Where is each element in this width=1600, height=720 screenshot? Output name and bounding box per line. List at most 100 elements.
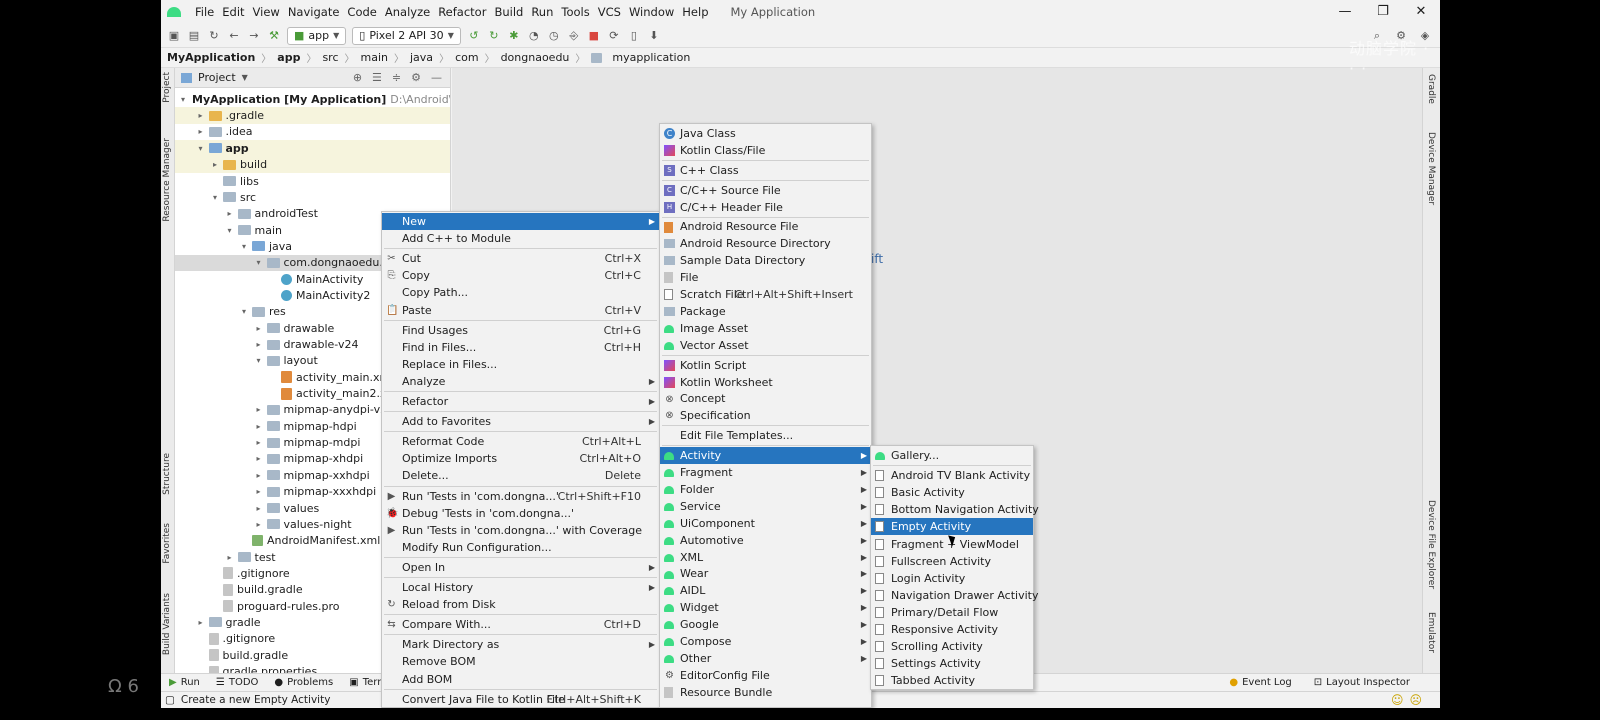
tree-item[interactable]: ▸ build xyxy=(175,156,450,173)
menu-item-scratch-file[interactable]: Scratch File Ctrl+Alt+Shift+Insert xyxy=(660,286,871,303)
menu-item-find-in-files[interactable]: Find in Files... Ctrl+H xyxy=(382,339,659,356)
menu-item-scrolling-activity[interactable]: Scrolling Activity xyxy=(871,638,1033,655)
tree-item[interactable]: ▸ .gradle xyxy=(175,107,450,124)
menu-item-remove-bom[interactable]: Remove BOM xyxy=(382,653,659,670)
collapsed-arrow-icon[interactable]: ▸ xyxy=(254,454,264,463)
menu-item-gallery[interactable]: Gallery... xyxy=(871,447,1033,464)
status-toggle-icon[interactable]: ▢ xyxy=(165,694,175,706)
collapsed-arrow-icon[interactable]: ▸ xyxy=(225,553,235,562)
menu-item-specification[interactable]: ⊗ Specification xyxy=(660,407,871,424)
tree-item[interactable]: ▾ app xyxy=(175,140,450,157)
side-tab-emulator[interactable]: Emulator xyxy=(1426,612,1436,653)
tool-tab-event-log[interactable]: ● Event Log xyxy=(1221,677,1299,688)
tool-tab-run[interactable]: ▶ Run xyxy=(161,677,208,688)
menu-item-other[interactable]: Other ▶ xyxy=(660,650,871,667)
menu-item-folder[interactable]: Folder ▶ xyxy=(660,481,871,498)
menu-item-run-tests-in-com-dongna[interactable]: ▶ Run 'Tests in 'com.dongna...' Ctrl+Shift… xyxy=(382,488,659,505)
collapsed-arrow-icon[interactable]: ▸ xyxy=(254,340,264,349)
breadcrumb-item[interactable]: myapplication xyxy=(612,51,690,64)
menu-item-vector-asset[interactable]: Vector Asset xyxy=(660,337,871,354)
side-tab-device-manager[interactable]: Device Manager xyxy=(1426,132,1436,205)
collapsed-arrow-icon[interactable]: ▸ xyxy=(196,111,206,120)
collapsed-arrow-icon[interactable]: ▸ xyxy=(254,405,264,414)
apply-changes-icon[interactable]: ↻ xyxy=(487,29,501,43)
tool-tab-layout-inspector[interactable]: ⊡ Layout Inspector xyxy=(1306,677,1418,688)
menu-item-google[interactable]: Google ▶ xyxy=(660,616,871,633)
forward-icon[interactable]: → xyxy=(247,29,261,43)
menu-item-c-c-header-file[interactable]: H C/C++ Header File xyxy=(660,199,871,216)
tool-tab-problems[interactable]: ● Problems xyxy=(266,677,341,688)
menu-item-android-resource-directory[interactable]: Android Resource Directory xyxy=(660,235,871,252)
sdk-manager-icon[interactable]: ⬇ xyxy=(647,29,661,43)
profile-icon[interactable]: ◷ xyxy=(547,29,561,43)
coverage-icon[interactable]: ◔ xyxy=(527,29,541,43)
side-tab-project[interactable]: Project xyxy=(162,72,172,103)
hide-icon[interactable]: — xyxy=(431,71,442,84)
menu-item-tabbed-activity[interactable]: Tabbed Activity xyxy=(871,672,1033,689)
menu-code[interactable]: Code xyxy=(343,5,380,19)
menu-item-file[interactable]: File xyxy=(660,269,871,286)
expanded-arrow-icon[interactable]: ▾ xyxy=(196,144,206,153)
menu-item-sample-data-directory[interactable]: Sample Data Directory xyxy=(660,252,871,269)
menu-item-xml[interactable]: XML ▶ xyxy=(660,549,871,566)
menu-analyze[interactable]: Analyze xyxy=(381,5,434,19)
menu-item-add-c-to-module[interactable]: Add C++ to Module xyxy=(382,230,659,247)
menu-item-copy[interactable]: ⎘ Copy Ctrl+C xyxy=(382,267,659,284)
collapsed-arrow-icon[interactable]: ▸ xyxy=(196,618,206,627)
breadcrumb-item[interactable]: app xyxy=(277,51,300,64)
collapsed-arrow-icon[interactable]: ▸ xyxy=(225,209,235,218)
module-select[interactable]: ■ app ▼ xyxy=(287,26,347,45)
tree-item[interactable]: libs xyxy=(175,173,450,190)
menu-vcs[interactable]: VCS xyxy=(594,5,625,19)
smile-feedback-icon[interactable]: ☺ xyxy=(1391,693,1404,707)
collapsed-arrow-icon[interactable]: ▸ xyxy=(254,487,264,496)
sync-icon[interactable]: ↻ xyxy=(207,29,221,43)
menu-item-find-usages[interactable]: Find Usages Ctrl+G xyxy=(382,322,659,339)
breadcrumb-item[interactable]: java xyxy=(410,51,433,64)
tree-item[interactable]: ▾ MyApplication [My Application] D:\Androi… xyxy=(175,91,450,108)
menu-navigate[interactable]: Navigate xyxy=(284,5,344,19)
frown-feedback-icon[interactable]: ☹ xyxy=(1409,693,1422,707)
locate-icon[interactable]: ⊕ xyxy=(353,71,362,84)
menu-item-compare-with[interactable]: ⇆ Compare With... Ctrl+D xyxy=(382,616,659,633)
attach-debugger-icon[interactable]: ⎆ xyxy=(567,29,581,43)
menu-item-android-tv-blank-activity[interactable]: Android TV Blank Activity xyxy=(871,467,1033,484)
expanded-arrow-icon[interactable]: ▾ xyxy=(210,193,220,202)
menu-item-automotive[interactable]: Automotive ▶ xyxy=(660,532,871,549)
stop-icon[interactable]: ■ xyxy=(587,29,601,43)
menu-item-delete[interactable]: Delete... Delete xyxy=(382,467,659,484)
menu-item-reload-from-disk[interactable]: ↻ Reload from Disk xyxy=(382,596,659,613)
menu-item-java-class[interactable]: C Java Class xyxy=(660,125,871,142)
expanded-arrow-icon[interactable]: ▾ xyxy=(239,307,249,316)
maximize-icon[interactable]: ❐ xyxy=(1364,0,1402,24)
menu-tools[interactable]: Tools xyxy=(557,5,593,19)
menu-item-login-activity[interactable]: Login Activity xyxy=(871,570,1033,587)
breadcrumb-item[interactable]: src xyxy=(322,51,338,64)
menu-item-analyze[interactable]: Analyze ▶ xyxy=(382,373,659,390)
tool-tab-todo[interactable]: ☰ TODO xyxy=(208,677,267,688)
menu-item-resource-bundle[interactable]: Resource Bundle xyxy=(660,684,871,701)
device-select[interactable]: ▯ Pixel 2 API 30 ▼ xyxy=(352,26,461,45)
menu-item-editorconfig-file[interactable]: ⚙ EditorConfig File xyxy=(660,667,871,684)
tree-item[interactable]: ▾ src xyxy=(175,189,450,206)
collapsed-arrow-icon[interactable]: ▸ xyxy=(210,160,220,169)
menu-item-paste[interactable]: 📋 Paste Ctrl+V xyxy=(382,302,659,319)
menu-item-c-class[interactable]: S C++ Class xyxy=(660,162,871,179)
menu-window[interactable]: Window xyxy=(625,5,678,19)
menu-item-debug-tests-in-com-dongna[interactable]: 🐞 Debug 'Tests in 'com.dongna...' xyxy=(382,505,659,522)
menu-run[interactable]: Run xyxy=(527,5,557,19)
menu-item-navigation-drawer-activity[interactable]: Navigation Drawer Activity xyxy=(871,587,1038,604)
device-manager-icon[interactable]: ▯ xyxy=(627,29,641,43)
menu-item-cut[interactable]: ✂ Cut Ctrl+X xyxy=(382,250,659,267)
collapsed-arrow-icon[interactable]: ▸ xyxy=(254,324,264,333)
collapsed-arrow-icon[interactable]: ▸ xyxy=(254,438,264,447)
menu-help[interactable]: Help xyxy=(678,5,712,19)
collapsed-arrow-icon[interactable]: ▸ xyxy=(254,520,264,529)
menu-item-responsive-activity[interactable]: Responsive Activity xyxy=(871,621,1033,638)
open-folder-icon[interactable]: ▣ xyxy=(167,29,181,43)
menu-item-fragment[interactable]: Fragment ▶ xyxy=(660,464,871,481)
menu-file[interactable]: File xyxy=(191,5,218,19)
side-tab-favorites[interactable]: Favorites xyxy=(162,523,172,564)
menu-view[interactable]: View xyxy=(249,5,284,19)
side-tab-device-file-explorer[interactable]: Device File Explorer xyxy=(1426,500,1436,589)
